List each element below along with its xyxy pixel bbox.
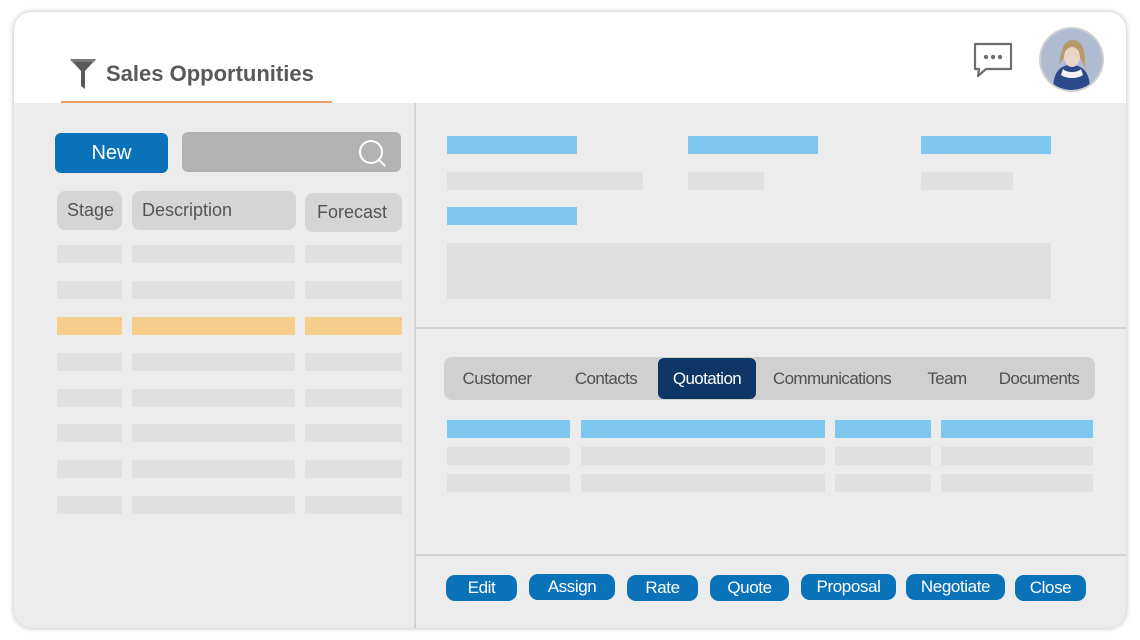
field-label-placeholder xyxy=(921,136,1051,154)
rate-button[interactable]: Rate xyxy=(627,575,698,601)
table-cell-placeholder xyxy=(57,496,122,514)
table-cell-placeholder xyxy=(132,496,295,514)
assign-button[interactable]: Assign xyxy=(529,574,615,600)
table-cell-placeholder xyxy=(57,353,122,371)
table-cell-placeholder xyxy=(305,353,402,371)
table-header-placeholder xyxy=(835,420,931,438)
negotiate-button[interactable]: Negotiate xyxy=(906,574,1005,600)
table-cell-placeholder xyxy=(57,389,122,407)
close-button[interactable]: Close xyxy=(1015,575,1086,601)
chat-bubble-icon[interactable] xyxy=(972,40,1014,80)
table-cell-placeholder xyxy=(941,447,1093,465)
field-value-placeholder xyxy=(688,172,764,190)
tab-team[interactable]: Team xyxy=(918,357,976,400)
field-label-placeholder xyxy=(447,136,577,154)
tab-quotation[interactable]: Quotation xyxy=(658,358,756,399)
table-header-placeholder xyxy=(447,420,570,438)
column-header-stage[interactable]: Stage xyxy=(57,191,122,230)
section-divider xyxy=(416,327,1126,329)
search-input[interactable] xyxy=(182,132,352,172)
page-title-tab: Sales Opportunities xyxy=(61,56,332,103)
panel-divider xyxy=(414,103,416,628)
tab-bar: Customer Contacts Quotation Communicatio… xyxy=(444,357,1095,400)
table-cell-placeholder xyxy=(57,281,122,299)
column-header-description[interactable]: Description xyxy=(132,191,296,230)
tab-contacts[interactable]: Contacts xyxy=(564,357,648,400)
search-icon[interactable] xyxy=(358,138,388,168)
table-cell-placeholder xyxy=(57,317,122,335)
table-cell-placeholder xyxy=(132,281,295,299)
table-header-placeholder xyxy=(581,420,825,438)
quote-button[interactable]: Quote xyxy=(710,575,789,601)
table-cell-placeholder xyxy=(57,424,122,442)
funnel-icon xyxy=(70,59,96,89)
table-cell-placeholder xyxy=(132,389,295,407)
table-cell-placeholder xyxy=(132,424,295,442)
table-cell-placeholder xyxy=(57,460,122,478)
table-cell-placeholder xyxy=(57,245,122,263)
table-cell-placeholder xyxy=(305,460,402,478)
table-cell-placeholder xyxy=(835,447,931,465)
table-cell-placeholder xyxy=(132,353,295,371)
table-header-placeholder xyxy=(941,420,1093,438)
table-cell-placeholder xyxy=(581,474,825,492)
search-box xyxy=(182,132,401,172)
tab-documents[interactable]: Documents xyxy=(991,357,1087,400)
table-cell-placeholder xyxy=(447,447,570,465)
table-cell-placeholder xyxy=(305,281,402,299)
edit-button[interactable]: Edit xyxy=(446,575,517,601)
proposal-button[interactable]: Proposal xyxy=(801,574,896,600)
new-button[interactable]: New xyxy=(55,133,168,173)
header: Sales Opportunities xyxy=(14,12,1126,103)
table-cell-placeholder xyxy=(835,474,931,492)
table-cell-placeholder xyxy=(305,245,402,263)
column-header-forecast[interactable]: Forecast xyxy=(305,193,402,232)
field-label-placeholder xyxy=(447,207,577,225)
table-cell-placeholder xyxy=(305,424,402,442)
text-area-placeholder xyxy=(447,243,1051,299)
tab-customer[interactable]: Customer xyxy=(448,357,546,400)
table-cell-placeholder xyxy=(132,245,295,263)
table-cell-placeholder xyxy=(581,447,825,465)
user-avatar-image xyxy=(1041,29,1102,90)
table-cell-placeholder xyxy=(447,474,570,492)
field-value-placeholder xyxy=(447,172,643,190)
field-value-placeholder xyxy=(921,172,1013,190)
field-label-placeholder xyxy=(688,136,818,154)
table-cell-placeholder xyxy=(305,496,402,514)
table-cell-placeholder xyxy=(132,460,295,478)
table-cell-placeholder xyxy=(305,317,402,335)
avatar[interactable] xyxy=(1041,29,1102,90)
table-cell-placeholder xyxy=(941,474,1093,492)
tab-communications[interactable]: Communications xyxy=(766,357,898,400)
section-divider xyxy=(416,554,1126,556)
table-cell-placeholder xyxy=(132,317,295,335)
app-window: Sales Opportunities New Stage Descriptio… xyxy=(14,12,1126,628)
table-cell-placeholder xyxy=(305,389,402,407)
page-title: Sales Opportunities xyxy=(106,61,314,86)
